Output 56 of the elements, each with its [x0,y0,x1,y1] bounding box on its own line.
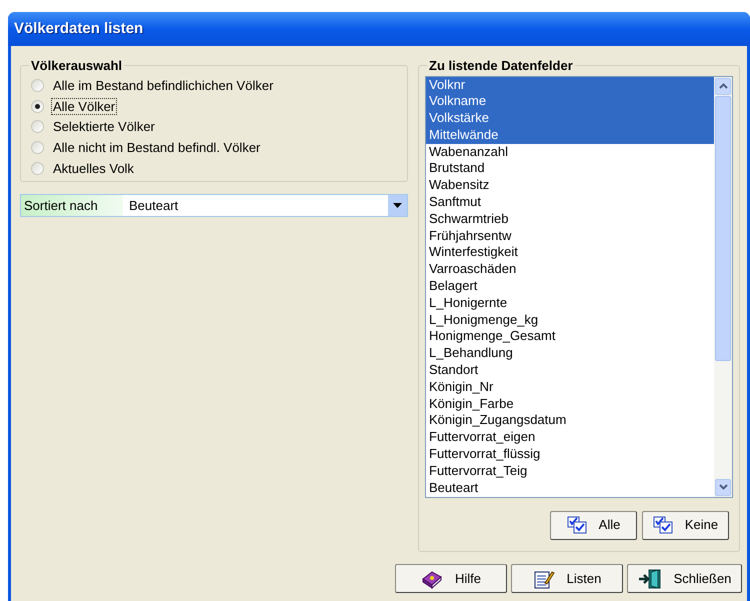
radio-button[interactable] [31,79,44,92]
list-item[interactable]: Belagert [426,278,714,295]
radio-label[interactable]: Aktuelles Volk [51,160,136,177]
scrollbar[interactable] [714,76,732,496]
list-item[interactable]: Königin_Zugangsdatum [426,412,714,430]
group-title: Völkerauswahl [30,57,124,75]
checkbox-stack-icon [566,516,587,534]
list-item[interactable]: Winterfestigkeit [426,244,714,262]
scroll-up-icon[interactable] [715,78,731,94]
scroll-thumb[interactable] [715,96,731,360]
list-item[interactable]: Futtervorrat_flüssig [426,446,714,463]
list-item[interactable]: Wabensitz [426,177,714,194]
action-button[interactable]: Alle [550,510,637,540]
close-button[interactable]: Schließen [627,564,742,593]
list-item[interactable]: Schwarmtrieb [426,210,714,228]
list-item[interactable]: Frühjahrsentw [426,228,714,244]
scroll-down-icon[interactable] [715,478,731,496]
list-item[interactable]: Beuteart [426,480,714,496]
field-list[interactable] [425,76,733,498]
list-item[interactable]: Brutstand [426,160,714,178]
action-button[interactable]: Listen [511,564,623,593]
notepad-pencil-icon [532,568,555,588]
group-title: Zu listende Datenfelder [428,57,574,75]
list-item[interactable]: Volknr [426,76,714,94]
field-label: Sortiert nach [21,195,123,216]
radio-button[interactable] [31,162,44,175]
list-item[interactable]: L_Behandlung [426,345,714,362]
action-button[interactable]: Keine [642,510,729,540]
list-item[interactable]: Wabenanzahl [426,144,714,160]
help-button[interactable]: Hilfe [395,564,507,593]
list-item[interactable]: Varroaschäden [426,261,714,278]
radio-label[interactable]: Alle Völker [51,98,118,115]
sort-dropdown[interactable]: Sortiert nach Beuteart [20,194,408,217]
radio-button[interactable] [31,100,44,113]
list-item[interactable]: L_Honigmenge_kg [426,312,714,328]
radio-button[interactable] [31,141,44,154]
list-item[interactable]: Königin_Nr [426,378,714,396]
list-item[interactable]: Sanftmut [426,194,714,211]
list-item[interactable]: Standort [426,362,714,379]
radio-label[interactable]: Selektierte Völker [51,118,157,136]
list-item[interactable]: Volkname [426,93,714,110]
list-item[interactable]: L_Honigernte [426,294,714,312]
window-title: Völkerdaten listen [14,18,144,39]
radio-label[interactable]: Alle nicht im Bestand befindl. Völker [51,139,262,156]
list-item[interactable]: Volkstärke [426,110,714,127]
book-icon [420,568,443,588]
list-item[interactable]: Mittelwände [426,126,714,144]
radio-label[interactable]: Alle im Bestand befindlichichen Völker [51,77,276,94]
list-item[interactable]: Königin_Farbe [426,396,714,412]
list-item[interactable]: Futtervorrat_eigen [426,429,714,446]
exit-door-icon [638,568,662,588]
radio-button[interactable] [31,120,44,134]
list-item[interactable]: Honigmenge_Gesamt [426,328,714,346]
checkbox-stack-icon [652,516,673,534]
dropdown-value: Beuteart [128,196,180,215]
list-item[interactable]: Futtervorrat_Teig [426,462,714,480]
